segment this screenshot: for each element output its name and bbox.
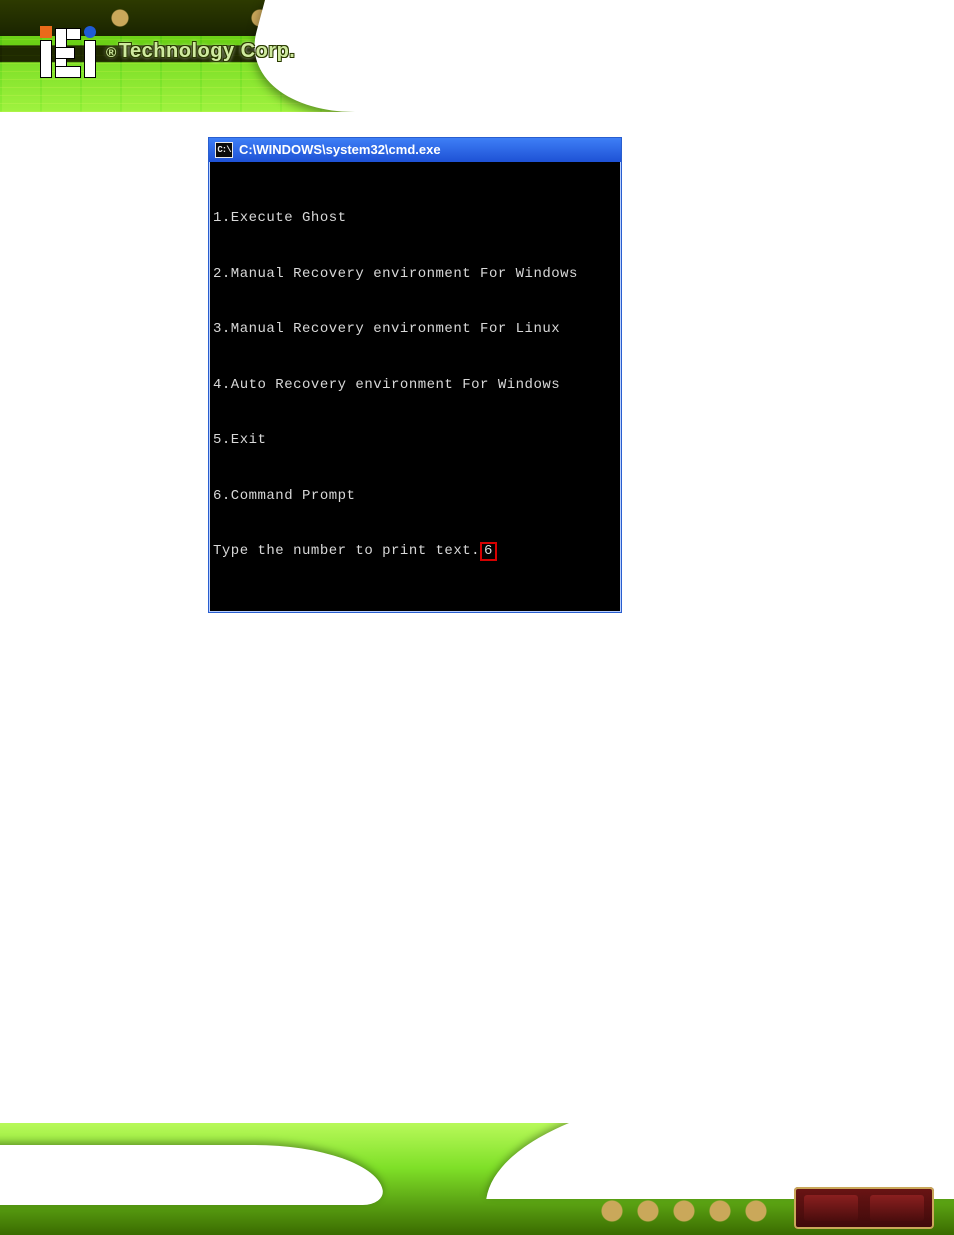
cmd-window-title: C:\WINDOWS\system32\cmd.exe <box>239 143 441 157</box>
footer-chips-icon <box>794 1187 934 1229</box>
menu-item-5: 5.Exit <box>213 431 615 450</box>
menu-item-4: 4.Auto Recovery environment For Windows <box>213 376 615 395</box>
header-swoosh <box>235 0 954 112</box>
logo-bar-icon <box>85 41 95 77</box>
registered-mark-icon: ® <box>106 44 117 60</box>
brand-logo-mark <box>40 26 96 77</box>
page-header-band: ®Technology Corp. <box>0 0 954 112</box>
menu-item-6: 6.Command Prompt <box>213 487 615 506</box>
logo-bar-icon <box>41 41 51 77</box>
cmd-prompt-text: Type the number to print text. <box>213 542 480 561</box>
logo-dot-blue-icon <box>84 26 96 38</box>
brand-logo: ®Technology Corp. <box>40 26 295 77</box>
cmd-input-value[interactable]: 6 <box>480 542 497 561</box>
menu-item-2: 2.Manual Recovery environment For Window… <box>213 265 615 284</box>
footer-capacitors-icon <box>600 1197 780 1225</box>
brand-text: ®Technology Corp. <box>106 40 295 63</box>
cmd-titlebar: C:\ C:\WINDOWS\system32\cmd.exe <box>209 138 621 162</box>
cmd-window: C:\ C:\WINDOWS\system32\cmd.exe 1.Execut… <box>208 137 622 613</box>
cmd-body: 1.Execute Ghost 2.Manual Recovery enviro… <box>209 162 621 612</box>
cmd-titlebar-icon: C:\ <box>215 142 233 158</box>
menu-item-3: 3.Manual Recovery environment For Linux <box>213 320 615 339</box>
cmd-prompt-line: Type the number to print text. 6 <box>213 542 615 561</box>
page-footer-band <box>0 1123 954 1235</box>
footer-swoosh-left <box>0 1145 385 1205</box>
logo-letter-e-icon <box>56 29 80 77</box>
brand-name: Technology Corp. <box>119 40 296 62</box>
logo-square-orange-icon <box>40 26 52 38</box>
menu-item-1: 1.Execute Ghost <box>213 209 615 228</box>
